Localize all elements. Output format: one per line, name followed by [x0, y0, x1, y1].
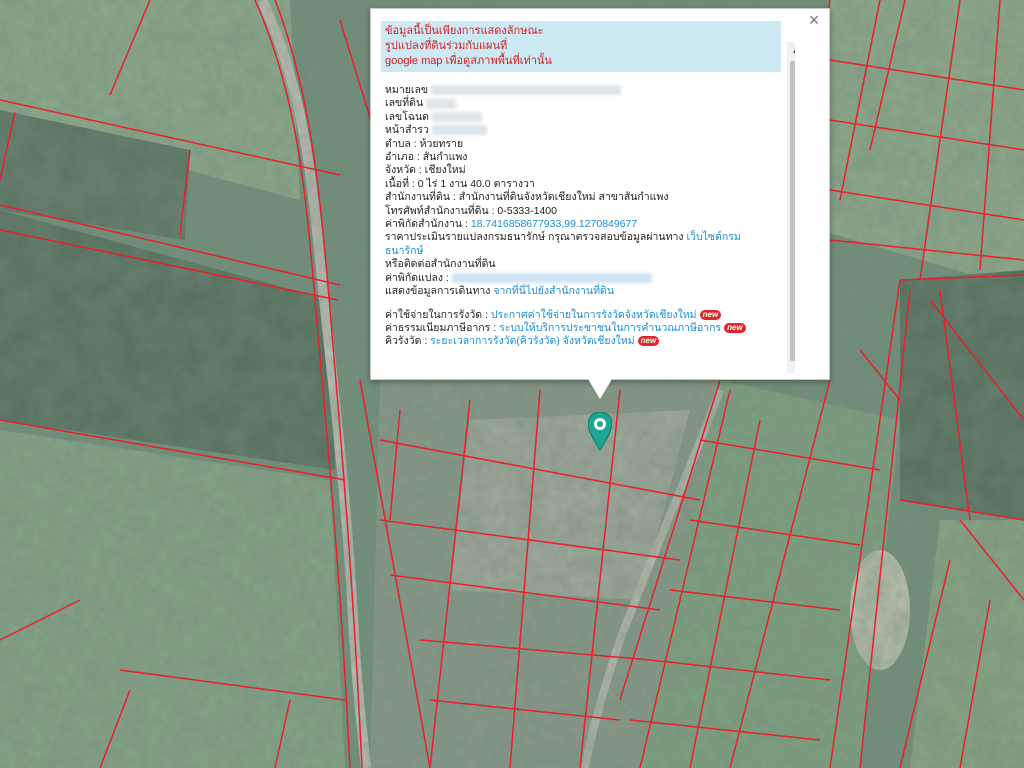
changwat: จังหวัด : เชียงใหม่	[385, 164, 466, 177]
tax-fee-row: ค่าธรรมเนียมภาษีอากร : ระบบให้บริการประช…	[385, 322, 777, 335]
office-coords-row: ค่าพิกัดสำนักงาน : 18.7416858677933,99.1…	[385, 218, 777, 231]
route-label: แสดงข้อมูลการเดินทาง	[385, 285, 494, 298]
survey-cost-label: ค่าใช้จ่ายในการรังวัด :	[385, 308, 491, 321]
parcel-coords-row: ค่าพิกัดแปลง :	[385, 272, 777, 285]
scroll-up-icon[interactable]: ▲	[787, 43, 795, 59]
popup-pointer	[588, 379, 612, 399]
location-pin-icon[interactable]	[588, 412, 612, 452]
route-link[interactable]: จากที่นี่ไปยังสำนักงานที่ดิน	[493, 285, 614, 297]
tambon: ตำบล : ห้วยทราย	[385, 137, 464, 150]
survey-queue-link[interactable]: ระยะเวลาการรังวัด(คิวรังวัด) จังหวัดเชีย…	[430, 335, 634, 347]
survey-number-label: เลขโฉนด	[385, 110, 429, 123]
redacted-value	[431, 112, 482, 123]
land-number-row: เลขที่ดิน	[385, 97, 777, 110]
office-coords-link[interactable]: 18.7416858677933,99.1270849677	[471, 218, 637, 230]
office-coords-label: ค่าพิกัดสำนักงาน :	[385, 218, 471, 231]
scroll-thumb[interactable]	[790, 61, 795, 361]
redacted-value	[431, 125, 487, 136]
land-office: สำนักงานที่ดิน : สำนักงานที่ดินจังหวัดเช…	[385, 191, 669, 204]
office-phone: โทรศัพท์สำนักงานที่ดิน : 0-5333-1400	[385, 204, 557, 217]
notice-line: google map เพื่อดูสภาพพื้นที่เท่านั้น	[385, 55, 552, 67]
survey-page-label: หน้าสำรว	[385, 124, 429, 137]
notice-line: ข้อมูลนี้เป็นเพียงการแสดงลักษณะ	[385, 25, 544, 37]
parcel-coords-label: ค่าพิกัดแปลง :	[385, 271, 452, 284]
scroll-down-icon[interactable]: ▼	[787, 369, 795, 373]
tax-fee-link[interactable]: ระบบให้บริการประชาชนในการคำนวณภาษีอากร	[499, 322, 721, 334]
redacted-value	[426, 98, 457, 109]
appraisal-row: ราคาประเมินรายแปลงกรมธนารักษ์ กรุณาตรวจส…	[385, 231, 777, 258]
amphoe: อำเภอ : สันกำแพง	[385, 151, 468, 164]
new-badge: new	[724, 322, 746, 333]
disclaimer-notice: ข้อมูลนี้เป็นเพียงการแสดงลักษณะ รูปแปลงท…	[381, 21, 781, 72]
tax-fee-label: ค่าธรรมเนียมภาษีอากร :	[385, 321, 500, 334]
survey-queue-label: คิวรังวัด :	[385, 335, 431, 348]
popup-scrollbar[interactable]: ▲ ▼	[787, 41, 795, 373]
route-row: แสดงข้อมูลการเดินทาง จากที่นี่ไปยังสำนัก…	[385, 285, 777, 298]
contact-office: หรือติดต่อสำนักงานที่ดิน	[385, 258, 496, 271]
deed-number-label: หมายเลข	[385, 84, 429, 96]
new-badge: new	[699, 309, 722, 320]
popup-content[interactable]: ข้อมูลนี้เป็นเพียงการแสดงลักษณะ รูปแปลงท…	[381, 21, 795, 373]
survey-cost-link[interactable]: ประกาศค่าใช้จ่ายในการรังวัดจังหวัดเชียงใ…	[491, 309, 697, 321]
close-icon[interactable]: ×	[805, 11, 823, 29]
appraisal-text: ราคาประเมินรายแปลงกรมธนารักษ์ กรุณาตรวจส…	[385, 231, 687, 244]
parcel-details: หมายเลข เลขที่ดิน เลขโฉนด หน้าสำรว ตำบล …	[381, 72, 781, 349]
redacted-value	[431, 85, 622, 96]
survey-queue-row: คิวรังวัด : ระยะเวลาการรังวัด(คิวรังวัด)…	[385, 335, 777, 348]
survey-cost-row: ค่าใช้จ่ายในการรังวัด : ประกาศค่าใช้จ่าย…	[385, 309, 777, 322]
new-badge: new	[637, 336, 660, 347]
survey-number-row: เลขโฉนด	[385, 111, 777, 124]
deed-number-row: หมายเลข	[385, 84, 777, 97]
parcel-info-popup: × ข้อมูลนี้เป็นเพียงการแสดงลักษณะ รูปแปล…	[370, 8, 830, 380]
redacted-link[interactable]	[451, 272, 652, 283]
notice-line: รูปแปลงที่ดินร่วมกับแผนที่	[385, 40, 508, 52]
land-area: เนื้อที่ : 0 ไร่ 1 งาน 40.0 ตารางวา	[385, 177, 535, 190]
survey-page-row: หน้าสำรว	[385, 124, 777, 137]
land-number-label: เลขที่ดิน	[385, 97, 424, 110]
